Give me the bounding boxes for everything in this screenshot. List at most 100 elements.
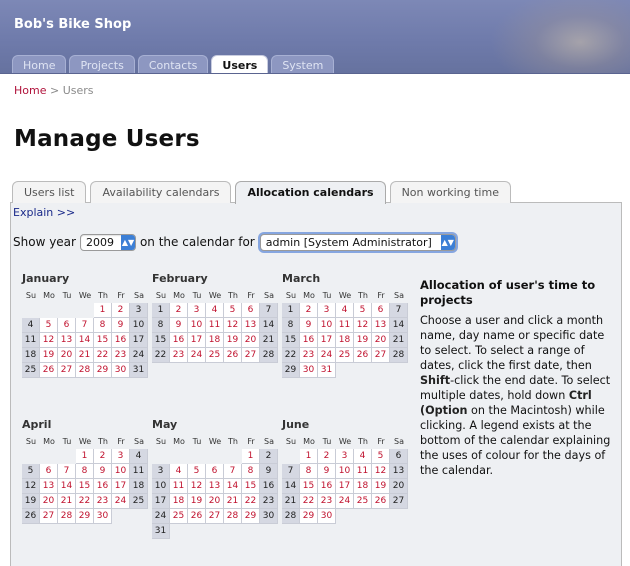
day-cell[interactable]: 19: [354, 333, 372, 348]
day-cell[interactable]: 12: [188, 479, 206, 494]
day-cell[interactable]: 8: [242, 464, 260, 479]
day-cell[interactable]: 8: [94, 318, 112, 333]
day-cell[interactable]: 15: [94, 333, 112, 348]
weekday-header[interactable]: We: [76, 434, 94, 449]
day-cell[interactable]: 26: [372, 494, 390, 509]
tab-non-working-time[interactable]: Non working time: [389, 181, 511, 203]
day-cell[interactable]: 4: [22, 318, 40, 333]
day-cell[interactable]: 24: [188, 348, 206, 363]
day-cell[interactable]: 13: [372, 318, 390, 333]
day-cell[interactable]: 10: [188, 318, 206, 333]
day-cell[interactable]: 9: [300, 318, 318, 333]
day-cell[interactable]: 2: [260, 449, 278, 464]
weekday-header[interactable]: Su: [22, 434, 40, 449]
day-cell[interactable]: 20: [390, 479, 408, 494]
day-cell[interactable]: 27: [242, 348, 260, 363]
day-cell[interactable]: 18: [206, 333, 224, 348]
weekday-header[interactable]: Sa: [130, 434, 148, 449]
day-cell[interactable]: 4: [354, 449, 372, 464]
day-cell[interactable]: 26: [354, 348, 372, 363]
day-cell[interactable]: 20: [242, 333, 260, 348]
day-cell[interactable]: 19: [40, 348, 58, 363]
weekday-header[interactable]: Su: [152, 288, 170, 303]
tab-allocation-calendars[interactable]: Allocation calendars: [235, 181, 386, 204]
day-cell[interactable]: 15: [300, 479, 318, 494]
weekday-header[interactable]: Th: [354, 434, 372, 449]
weekday-header[interactable]: Tu: [318, 288, 336, 303]
day-cell[interactable]: 11: [206, 318, 224, 333]
month-name[interactable]: May: [152, 418, 278, 432]
day-cell[interactable]: 9: [318, 464, 336, 479]
day-cell[interactable]: 22: [282, 348, 300, 363]
nav-tab-home[interactable]: Home: [12, 55, 67, 73]
day-cell[interactable]: 6: [242, 303, 260, 318]
day-cell[interactable]: 2: [112, 303, 130, 318]
day-cell[interactable]: 17: [188, 333, 206, 348]
day-cell[interactable]: 3: [188, 303, 206, 318]
weekday-header[interactable]: Mo: [40, 288, 58, 303]
weekday-header[interactable]: We: [76, 288, 94, 303]
day-cell[interactable]: 28: [58, 509, 76, 524]
day-cell[interactable]: 13: [58, 333, 76, 348]
weekday-header[interactable]: We: [336, 434, 354, 449]
day-cell[interactable]: 2: [170, 303, 188, 318]
day-cell[interactable]: 6: [40, 464, 58, 479]
day-cell[interactable]: 12: [372, 464, 390, 479]
weekday-header[interactable]: We: [206, 288, 224, 303]
day-cell[interactable]: 19: [188, 494, 206, 509]
day-cell[interactable]: 2: [318, 449, 336, 464]
month-name[interactable]: February: [152, 272, 278, 286]
weekday-header[interactable]: Mo: [170, 434, 188, 449]
day-cell[interactable]: 18: [22, 348, 40, 363]
day-cell[interactable]: 14: [282, 479, 300, 494]
day-cell[interactable]: 3: [318, 303, 336, 318]
day-cell[interactable]: 13: [390, 464, 408, 479]
day-cell[interactable]: 17: [318, 333, 336, 348]
day-cell[interactable]: 8: [76, 464, 94, 479]
day-cell[interactable]: 25: [336, 348, 354, 363]
day-cell[interactable]: 20: [58, 348, 76, 363]
day-cell[interactable]: 27: [390, 494, 408, 509]
weekday-header[interactable]: Tu: [188, 288, 206, 303]
day-cell[interactable]: 30: [318, 509, 336, 524]
day-cell[interactable]: 14: [390, 318, 408, 333]
day-cell[interactable]: 21: [76, 348, 94, 363]
day-cell[interactable]: 7: [260, 303, 278, 318]
weekday-header[interactable]: We: [336, 288, 354, 303]
day-cell[interactable]: 29: [242, 509, 260, 524]
day-cell[interactable]: 15: [242, 479, 260, 494]
day-cell[interactable]: 24: [152, 509, 170, 524]
day-cell[interactable]: 14: [76, 333, 94, 348]
day-cell[interactable]: 27: [40, 509, 58, 524]
day-cell[interactable]: 19: [224, 333, 242, 348]
nav-tab-contacts[interactable]: Contacts: [137, 55, 209, 73]
day-cell[interactable]: 1: [300, 449, 318, 464]
day-cell[interactable]: 5: [224, 303, 242, 318]
weekday-header[interactable]: Th: [94, 288, 112, 303]
weekday-header[interactable]: Sa: [130, 288, 148, 303]
day-cell[interactable]: 11: [22, 333, 40, 348]
day-cell[interactable]: 7: [58, 464, 76, 479]
day-cell[interactable]: 21: [58, 494, 76, 509]
day-cell[interactable]: 30: [260, 509, 278, 524]
day-cell[interactable]: 14: [260, 318, 278, 333]
day-cell[interactable]: 25: [206, 348, 224, 363]
day-cell[interactable]: 31: [318, 363, 336, 378]
day-cell[interactable]: 10: [318, 318, 336, 333]
day-cell[interactable]: 27: [58, 363, 76, 378]
day-cell[interactable]: 26: [40, 363, 58, 378]
day-cell[interactable]: 16: [112, 333, 130, 348]
weekday-header[interactable]: Mo: [300, 288, 318, 303]
weekday-header[interactable]: Fr: [112, 288, 130, 303]
day-cell[interactable]: 7: [282, 464, 300, 479]
weekday-header[interactable]: Tu: [58, 434, 76, 449]
day-cell[interactable]: 4: [170, 464, 188, 479]
day-cell[interactable]: 22: [94, 348, 112, 363]
day-cell[interactable]: 21: [224, 494, 242, 509]
tab-users-list[interactable]: Users list: [12, 181, 87, 203]
month-name[interactable]: January: [22, 272, 148, 286]
weekday-header[interactable]: Fr: [372, 288, 390, 303]
day-cell[interactable]: 15: [76, 479, 94, 494]
day-cell[interactable]: 24: [318, 348, 336, 363]
day-cell[interactable]: 3: [336, 449, 354, 464]
